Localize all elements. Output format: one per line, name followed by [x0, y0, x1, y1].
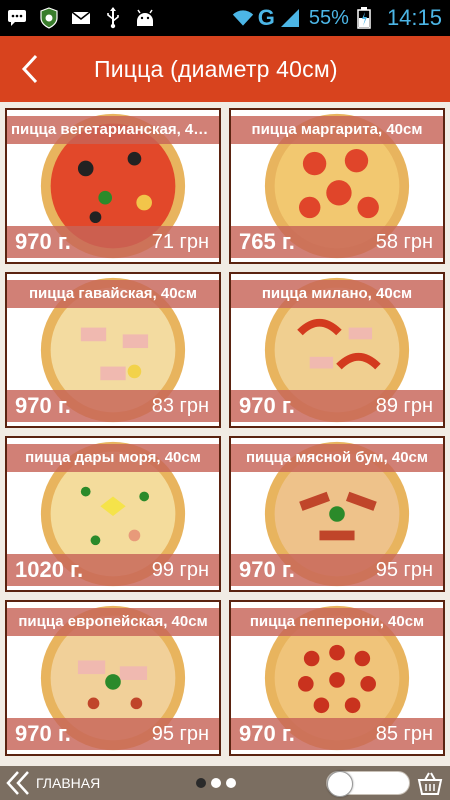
product-price: 85 грн: [375, 722, 433, 745]
signal-icon: [279, 7, 301, 29]
product-card[interactable]: пицца гавайская, 40см 970 г. 83 грн: [5, 272, 221, 428]
product-name: пицца европейская, 40см: [7, 608, 219, 636]
price-band: 970 г. 95 грн: [231, 554, 443, 586]
clock: 14:15: [386, 5, 442, 30]
toggle-knob[interactable]: [327, 771, 353, 797]
product-weight: 765 г.: [239, 229, 295, 254]
chat-icon: [6, 7, 28, 29]
battery-percent: 55%: [308, 6, 349, 29]
usb-icon: [102, 7, 124, 29]
battery-icon: [353, 7, 375, 29]
price-band: 1020 г. 99 грн: [7, 554, 219, 586]
product-weight: 1020 г.: [15, 557, 84, 582]
product-name: пицца дары моря, 40см: [7, 444, 219, 472]
product-name: пицца пепперони, 40см: [231, 608, 443, 636]
product-name: пицца гавайская, 40см: [7, 280, 219, 308]
app-header: Пицца (диаметр 40см): [0, 36, 450, 102]
cart-button[interactable]: [416, 770, 444, 796]
basket-icon: [417, 772, 443, 795]
mail-icon: [70, 7, 92, 29]
product-price: 58 грн: [375, 230, 433, 253]
double-chevron-left-icon: [6, 771, 29, 795]
chevron-left-icon: [21, 54, 38, 84]
price-band: 765 г. 58 грн: [231, 226, 443, 258]
product-name: пицца вегетарианская, 40см: [7, 116, 219, 144]
product-weight: 970 г.: [15, 229, 71, 254]
price-band: 970 г. 95 грн: [7, 718, 219, 750]
product-card[interactable]: пицца дары моря, 40см 1020 г. 99 грн: [5, 436, 221, 592]
product-weight: 970 г.: [15, 721, 71, 746]
page-dot[interactable]: [226, 778, 236, 788]
price-band: 970 г. 83 грн: [7, 390, 219, 422]
price-band: 970 г. 89 грн: [231, 390, 443, 422]
android-icon: [134, 7, 156, 29]
product-weight: 970 г.: [239, 557, 295, 582]
product-name: пицца милано, 40см: [231, 280, 443, 308]
network-type: G: [257, 5, 275, 30]
shield-icon: [38, 7, 60, 29]
page-indicator: [196, 778, 236, 788]
product-weight: 970 г.: [239, 721, 295, 746]
page-dot[interactable]: [196, 778, 206, 788]
product-card[interactable]: пицца мясной бум, 40см 970 г. 95 грн: [229, 436, 445, 592]
toggle-switch[interactable]: [326, 771, 410, 797]
page-title: Пицца (диаметр 40см): [94, 55, 338, 82]
price-band: 970 г. 85 грн: [231, 718, 443, 750]
status-bar: G 55% 14:15: [0, 0, 450, 36]
product-card[interactable]: пицца европейская, 40см 970 г. 95 грн: [5, 600, 221, 756]
home-button[interactable]: ГЛАВНАЯ: [0, 770, 100, 796]
product-price: 71 грн: [151, 230, 209, 253]
product-name: пицца маргарита, 40см: [231, 116, 443, 144]
home-label: ГЛАВНАЯ: [36, 775, 101, 791]
product-card[interactable]: пицца милано, 40см 970 г. 89 грн: [229, 272, 445, 428]
wifi-icon: [232, 7, 254, 29]
product-price: 89 грн: [375, 394, 433, 417]
bottom-bar: ГЛАВНАЯ: [0, 766, 450, 800]
product-card[interactable]: пицца пепперони, 40см 970 г. 85 грн: [229, 600, 445, 756]
product-price: 99 грн: [151, 558, 209, 581]
back-button[interactable]: [0, 36, 60, 102]
product-weight: 970 г.: [239, 393, 295, 418]
product-price: 95 грн: [151, 722, 209, 745]
product-price: 95 грн: [375, 558, 433, 581]
product-price: 83 грн: [151, 394, 209, 417]
product-card[interactable]: пицца маргарита, 40см 765 г. 58 грн: [229, 108, 445, 264]
price-band: 970 г. 71 грн: [7, 226, 219, 258]
product-grid: пицца вегетарианская, 40см 970 г. 71 грн …: [0, 102, 450, 766]
product-card[interactable]: пицца вегетарианская, 40см 970 г. 71 грн: [5, 108, 221, 264]
page-dot[interactable]: [211, 778, 221, 788]
product-name: пицца мясной бум, 40см: [231, 444, 443, 472]
product-weight: 970 г.: [15, 393, 71, 418]
